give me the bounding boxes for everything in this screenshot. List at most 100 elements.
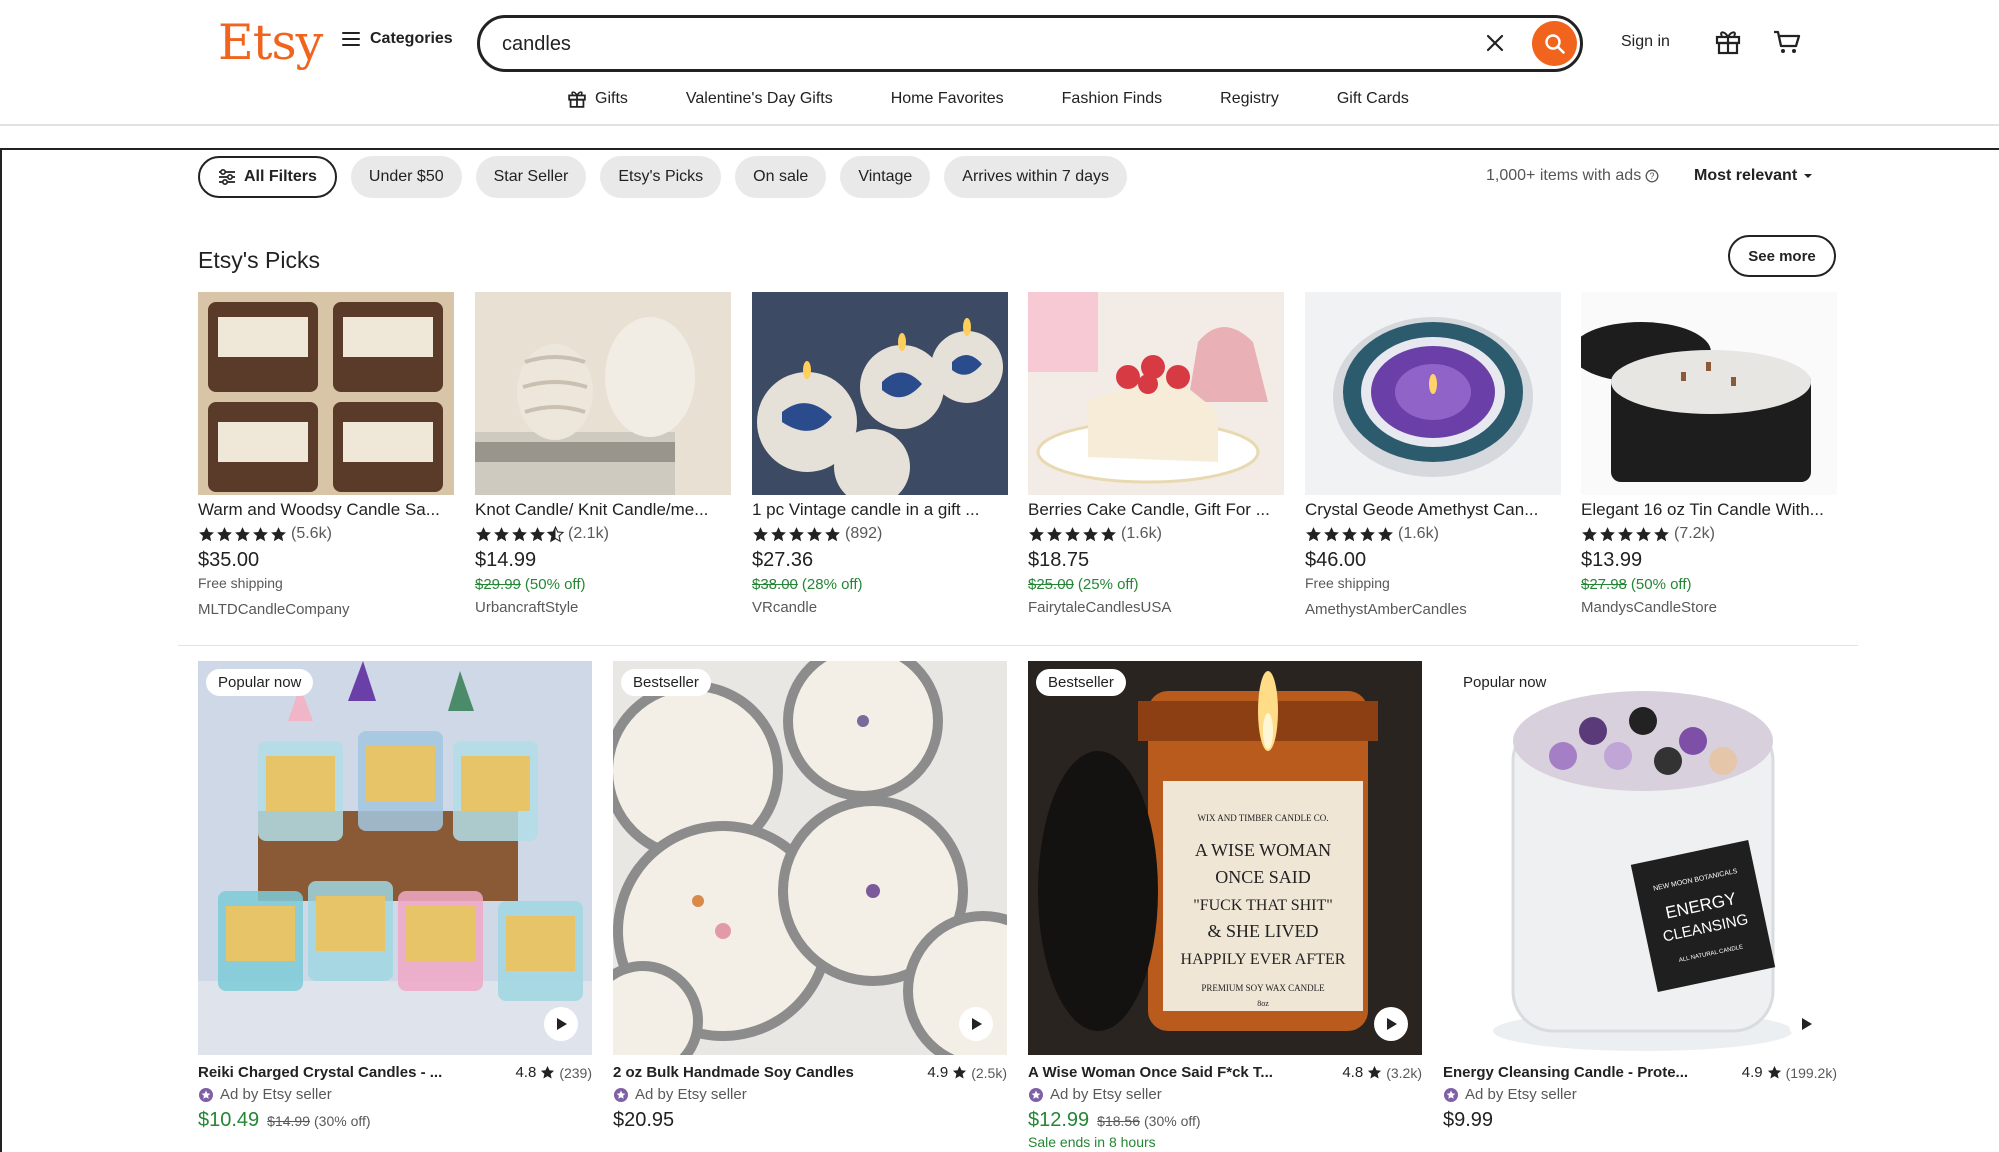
star-icon (1378, 526, 1393, 541)
star-icon (1618, 526, 1633, 541)
filter-chip-etsys-picks[interactable]: Etsy's Picks (600, 156, 722, 198)
pick-title[interactable]: 1 pc Vintage candle in a gift ... (752, 500, 1008, 520)
discount-percent: (50% off) (1630, 576, 1692, 593)
play-video-icon[interactable] (544, 1007, 578, 1041)
help-icon[interactable]: ? (1645, 169, 1659, 183)
star-seller-icon (199, 1087, 213, 1102)
pick-title[interactable]: Crystal Geode Amethyst Can... (1305, 500, 1561, 520)
listing-image-wrap[interactable]: Bestseller (613, 661, 1007, 1055)
sort-dropdown[interactable]: Most relevant (1694, 167, 1813, 185)
candle-label-text: A WISE WOMAN (1195, 840, 1331, 860)
listing-title[interactable]: Reiki Charged Crystal Candles - ... (198, 1064, 468, 1081)
product-image[interactable] (752, 292, 1008, 495)
pick-card[interactable]: Crystal Geode Amethyst Can... (1.6k) $46.0… (1305, 292, 1561, 618)
star-icon (771, 526, 786, 541)
pick-card[interactable]: Warm and Woodsy Candle Sa... (5.6k) $35.00… (198, 292, 454, 618)
search-input[interactable] (502, 31, 1402, 57)
product-image[interactable]: NEW MOON BOTANICALSENERGYCLEANSINGALL NA… (1443, 661, 1837, 1055)
play-video-icon[interactable] (1789, 1007, 1823, 1041)
star-icon (1767, 1065, 1781, 1079)
original-price: $27.98 (1581, 576, 1627, 593)
subnav-item-fashion-finds[interactable]: Fashion Finds (1062, 90, 1163, 108)
subnav-item-home-favorites[interactable]: Home Favorites (891, 90, 1004, 108)
listing-card[interactable]: Bestseller 2 oz Bulk Handmade Soy Candle… (613, 661, 1007, 1132)
pick-discount: $25.00 (25% off) (1028, 576, 1284, 593)
etsy-logo[interactable]: Etsy (218, 14, 323, 71)
see-more-button[interactable]: See more (1728, 235, 1836, 277)
shop-name[interactable]: FairytaleCandlesUSA (1028, 599, 1284, 616)
listing-price: $20.95 (613, 1109, 675, 1131)
filter-chip-vintage[interactable]: Vintage (840, 156, 931, 198)
pick-title[interactable]: Warm and Woodsy Candle Sa... (198, 500, 454, 520)
filter-sliders-icon (219, 169, 235, 185)
star-icon (1047, 526, 1062, 541)
clear-search-icon[interactable] (1482, 30, 1508, 56)
product-image[interactable] (613, 661, 1007, 1055)
listing-meta: Reiki Charged Crystal Candles - ... 4.8 … (198, 1064, 592, 1081)
listing-price-row: $10.49 $14.99 (30% off) (198, 1109, 592, 1132)
play-video-icon[interactable] (1374, 1007, 1408, 1041)
shop-name[interactable]: AmethystAmberCandles (1305, 601, 1561, 618)
listing-title[interactable]: 2 oz Bulk Handmade Soy Candles (613, 1064, 883, 1081)
caret-down-icon (1804, 174, 1813, 178)
listing-image-wrap[interactable]: Popular now (198, 661, 592, 1055)
listing-price: $12.99 (1028, 1109, 1090, 1131)
listing-title[interactable]: Energy Cleansing Candle - Prote... (1443, 1064, 1713, 1081)
pick-title[interactable]: Elegant 16 oz Tin Candle With... (1581, 500, 1837, 520)
original-price: $38.00 (752, 576, 798, 593)
review-count: (7.2k) (1674, 525, 1715, 542)
filter-chip-arrives-7-days[interactable]: Arrives within 7 days (944, 156, 1128, 198)
pick-card[interactable]: Knot Candle/ Knit Candle/me... (2.1k) $14.… (475, 292, 731, 616)
listing-card[interactable]: NEW MOON BOTANICALS ENERGY CLEANSING ALL NA… (1443, 661, 1837, 1132)
result-count: 1,000+ items with ads ? (1486, 167, 1659, 185)
shop-name[interactable]: MandysCandleStore (1581, 599, 1837, 616)
product-image[interactable] (198, 292, 454, 495)
subnav-item-gift-cards[interactable]: Gift Cards (1337, 90, 1409, 108)
gift-icon[interactable] (1714, 28, 1742, 61)
subnav-item-valentines[interactable]: Valentine's Day Gifts (686, 90, 833, 108)
listing-image-wrap[interactable]: WIX AND TIMBER CANDLE CO. A WISE WOMAN ONC… (1028, 661, 1422, 1055)
shop-name[interactable]: UrbancraftStyle (475, 599, 731, 616)
star-icon (217, 526, 232, 541)
ad-label: Ad by Etsy seller (198, 1086, 592, 1103)
listing-title[interactable]: A Wise Woman Once Said F*ck T... (1028, 1064, 1298, 1081)
product-image[interactable] (198, 661, 592, 1055)
categories-button[interactable]: Categories (342, 30, 453, 48)
shop-name[interactable]: VRcandle (752, 599, 1008, 616)
star-icon (253, 526, 268, 541)
filter-chip-on-sale[interactable]: On sale (735, 156, 827, 198)
subnav-item-gifts[interactable]: Gifts (567, 89, 628, 109)
play-video-icon[interactable] (959, 1007, 993, 1041)
review-count: (2.1k) (568, 525, 609, 542)
listing-image-wrap[interactable]: NEW MOON BOTANICALS ENERGY CLEANSING ALL NA… (1443, 661, 1837, 1055)
pick-card[interactable]: 1 pc Vintage candle in a gift ... (892) $2… (752, 292, 1008, 616)
product-image[interactable]: WIX AND TIMBER CANDLE CO. A WISE WOMAN ONC… (1028, 661, 1422, 1055)
listing-card[interactable]: WIX AND TIMBER CANDLE CO. A WISE WOMAN ONC… (1028, 661, 1422, 1150)
product-image[interactable] (1305, 292, 1561, 495)
star-icon (1582, 526, 1597, 541)
listing-card[interactable]: Popular now Reiki Charged Crystal Candle… (198, 661, 592, 1132)
product-image[interactable] (1028, 292, 1284, 495)
shop-name[interactable]: MLTDCandleCompany (198, 601, 454, 618)
subnav-item-registry[interactable]: Registry (1220, 90, 1279, 108)
listing-price-row: $12.99 $18.56 (30% off) (1028, 1109, 1422, 1132)
pick-card[interactable]: Elegant 16 oz Tin Candle With... (7.2k) $1… (1581, 292, 1837, 616)
pick-title[interactable]: Knot Candle/ Knit Candle/me... (475, 500, 731, 520)
ad-label: Ad by Etsy seller (1443, 1086, 1837, 1103)
filter-chip-star-seller[interactable]: Star Seller (475, 156, 587, 198)
pick-card[interactable]: Berries Cake Candle, Gift For ... (1.6k) $… (1028, 292, 1284, 616)
pick-title[interactable]: Berries Cake Candle, Gift For ... (1028, 500, 1284, 520)
product-image[interactable] (475, 292, 731, 495)
filter-chip-under-50[interactable]: Under $50 (350, 156, 462, 198)
star-icon (199, 526, 214, 541)
cart-icon[interactable] (1772, 28, 1802, 61)
star-icon (953, 1065, 967, 1079)
star-icon (825, 526, 840, 541)
review-count: (2.5k) (971, 1064, 1007, 1081)
all-filters-button[interactable]: All Filters (198, 156, 337, 198)
product-image[interactable] (1581, 292, 1837, 495)
listing-meta: Energy Cleansing Candle - Prote... 4.9 (… (1443, 1064, 1837, 1081)
search-button[interactable] (1532, 21, 1577, 66)
star-icon (476, 526, 491, 541)
sign-in-link[interactable]: Sign in (1621, 33, 1670, 51)
